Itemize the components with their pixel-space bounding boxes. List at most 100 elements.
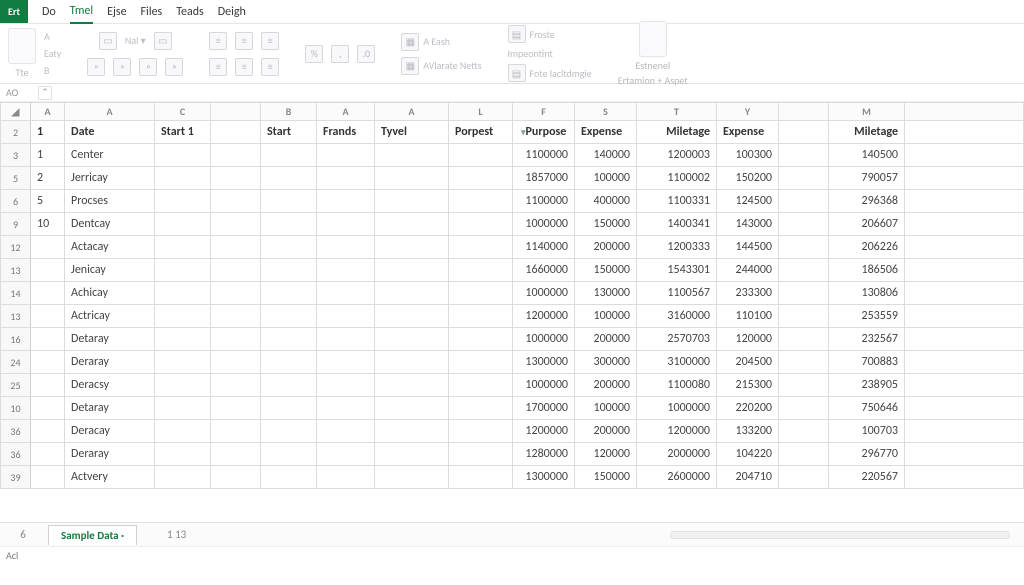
cell[interactable] bbox=[905, 443, 1024, 466]
col-letter[interactable] bbox=[779, 103, 829, 121]
insert-icon[interactable] bbox=[639, 21, 667, 57]
header-cell[interactable]: Start bbox=[261, 121, 317, 144]
cell[interactable]: 130000 bbox=[575, 282, 637, 305]
row-number[interactable]: 13 bbox=[1, 305, 31, 328]
sheet2-icon[interactable]: ▤ bbox=[508, 64, 526, 82]
cell[interactable]: Deracay bbox=[65, 420, 155, 443]
cut-label[interactable]: A bbox=[44, 30, 61, 43]
cell[interactable] bbox=[449, 374, 513, 397]
align-br-icon[interactable]: ≡ bbox=[261, 58, 279, 76]
cell[interactable]: 3160000 bbox=[637, 305, 717, 328]
cell[interactable] bbox=[449, 167, 513, 190]
cell[interactable] bbox=[31, 397, 65, 420]
cell[interactable] bbox=[375, 466, 449, 489]
cell[interactable] bbox=[317, 259, 375, 282]
row-number[interactable]: 36 bbox=[1, 420, 31, 443]
cell[interactable] bbox=[375, 328, 449, 351]
cell[interactable] bbox=[905, 420, 1024, 443]
cell[interactable] bbox=[155, 144, 211, 167]
cell[interactable]: 100703 bbox=[829, 420, 905, 443]
font-box-icon[interactable]: ▭ bbox=[99, 32, 117, 50]
italic-icon[interactable]: ▫ bbox=[113, 58, 131, 76]
percent-icon[interactable]: % bbox=[305, 45, 323, 63]
cell[interactable] bbox=[375, 167, 449, 190]
cell[interactable] bbox=[449, 397, 513, 420]
cell[interactable]: 100300 bbox=[717, 144, 779, 167]
menu-item[interactable]: Tmel bbox=[70, 0, 93, 24]
cell[interactable]: 1300000 bbox=[513, 351, 575, 374]
cell[interactable] bbox=[779, 190, 829, 213]
cell[interactable]: 790057 bbox=[829, 167, 905, 190]
horizontal-scrollbar[interactable] bbox=[670, 531, 1010, 539]
row-number[interactable]: 13 bbox=[1, 259, 31, 282]
cell[interactable]: 100000 bbox=[575, 397, 637, 420]
cell[interactable] bbox=[261, 305, 317, 328]
header-cell[interactable]: 1 bbox=[31, 121, 65, 144]
cell[interactable] bbox=[375, 443, 449, 466]
align-tl-icon[interactable]: ≡ bbox=[209, 32, 227, 50]
row-number[interactable]: 6 bbox=[1, 190, 31, 213]
cell[interactable]: 150000 bbox=[575, 213, 637, 236]
cell[interactable]: 1000000 bbox=[513, 328, 575, 351]
cell[interactable]: Deracsy bbox=[65, 374, 155, 397]
cell[interactable]: 238905 bbox=[829, 374, 905, 397]
cell[interactable] bbox=[449, 351, 513, 374]
cell[interactable]: 1100080 bbox=[637, 374, 717, 397]
col-letter[interactable]: A bbox=[65, 103, 155, 121]
cell[interactable] bbox=[375, 282, 449, 305]
cell[interactable]: 130806 bbox=[829, 282, 905, 305]
cell[interactable]: 110100 bbox=[717, 305, 779, 328]
cell[interactable] bbox=[375, 351, 449, 374]
cell[interactable] bbox=[261, 190, 317, 213]
font-dd-icon[interactable]: Nal ▾ bbox=[125, 34, 146, 47]
cell[interactable]: 186506 bbox=[829, 259, 905, 282]
cell[interactable]: Achicay bbox=[65, 282, 155, 305]
row-number[interactable]: 2 bbox=[1, 121, 31, 144]
cell[interactable] bbox=[317, 397, 375, 420]
cell[interactable] bbox=[449, 259, 513, 282]
cell[interactable] bbox=[155, 466, 211, 489]
align-tr-icon[interactable]: ≡ bbox=[261, 32, 279, 50]
cell[interactable] bbox=[155, 397, 211, 420]
cell[interactable] bbox=[155, 328, 211, 351]
copy-label[interactable]: Eaty bbox=[44, 47, 61, 60]
cell[interactable]: Deraray bbox=[65, 443, 155, 466]
cell[interactable]: 5 bbox=[31, 190, 65, 213]
cell[interactable] bbox=[261, 466, 317, 489]
cell[interactable] bbox=[261, 144, 317, 167]
cell[interactable] bbox=[905, 328, 1024, 351]
col-letter[interactable] bbox=[211, 103, 261, 121]
cell[interactable]: Detaray bbox=[65, 328, 155, 351]
cell[interactable]: 2570703 bbox=[637, 328, 717, 351]
header-cell[interactable] bbox=[211, 121, 261, 144]
cell[interactable]: Actricay bbox=[65, 305, 155, 328]
col-letter[interactable]: F bbox=[513, 103, 575, 121]
menu-item[interactable]: Teads bbox=[176, 1, 204, 23]
menu-item[interactable]: Ejse bbox=[107, 1, 126, 23]
header-cell[interactable] bbox=[905, 121, 1024, 144]
spreadsheet-grid[interactable]: ◢ A A C B A A L F S T Y M 2 1 Date Start… bbox=[0, 102, 1024, 522]
cell[interactable] bbox=[317, 144, 375, 167]
border-icon[interactable]: ▫ bbox=[139, 58, 157, 76]
col-letter[interactable]: L bbox=[449, 103, 513, 121]
cell[interactable] bbox=[211, 236, 261, 259]
cell[interactable] bbox=[261, 213, 317, 236]
cell[interactable] bbox=[779, 351, 829, 374]
cell[interactable] bbox=[779, 328, 829, 351]
cell[interactable]: 200000 bbox=[575, 374, 637, 397]
cell[interactable] bbox=[375, 190, 449, 213]
cell[interactable]: 1200333 bbox=[637, 236, 717, 259]
cell[interactable] bbox=[779, 213, 829, 236]
cell[interactable] bbox=[905, 144, 1024, 167]
comma-icon[interactable]: , bbox=[331, 45, 349, 63]
cell[interactable]: 220200 bbox=[717, 397, 779, 420]
cell[interactable] bbox=[31, 443, 65, 466]
col-letter[interactable]: C bbox=[155, 103, 211, 121]
cell[interactable] bbox=[905, 374, 1024, 397]
cell[interactable] bbox=[317, 282, 375, 305]
cell[interactable] bbox=[155, 213, 211, 236]
cell[interactable] bbox=[31, 259, 65, 282]
row-number[interactable]: 25 bbox=[1, 374, 31, 397]
cell[interactable]: 1100000 bbox=[513, 144, 575, 167]
cell[interactable] bbox=[779, 397, 829, 420]
